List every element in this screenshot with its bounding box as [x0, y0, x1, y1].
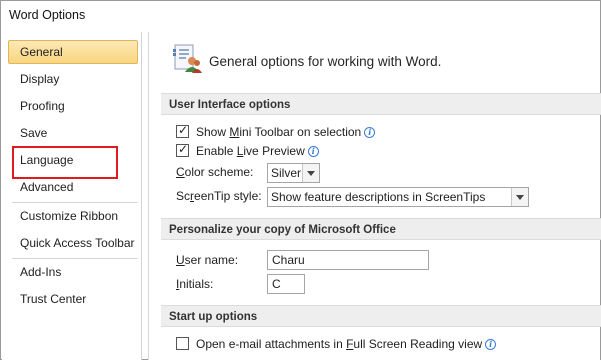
chevron-down-icon[interactable]: [511, 188, 528, 206]
page-header: General options for working with Word.: [209, 54, 442, 69]
sidebar-item-label: Customize Ribbon: [20, 209, 119, 223]
mini-toolbar-checkbox[interactable]: ✓: [176, 123, 189, 138]
sidebar-item-quick-access-toolbar[interactable]: Quick Access Toolbar: [8, 231, 138, 255]
sidebar-item-label: Trust Center: [20, 292, 87, 306]
sidebar-item-display[interactable]: Display: [8, 67, 138, 91]
sidebar-item-customize-ribbon[interactable]: Customize Ribbon: [8, 204, 138, 228]
mini-toolbar-label: Show Mini Toolbar on selection i: [196, 122, 376, 142]
initials-field[interactable]: C: [267, 274, 305, 294]
initials-label: Initials:: [176, 277, 214, 291]
live-preview-checkbox[interactable]: ✓: [176, 142, 189, 157]
sidebar-item-trust-center[interactable]: Trust Center: [8, 287, 138, 311]
section-personalize: Personalize your copy of Microsoft Offic…: [161, 218, 601, 240]
live-preview-label: Enable Live Preview i: [196, 141, 319, 161]
sidebar-item-label: General: [20, 45, 63, 59]
screentip-style-value: Show feature descriptions in ScreenTips: [271, 190, 486, 204]
sidebar-item-label: Proofing: [20, 99, 65, 113]
chevron-down-icon[interactable]: [302, 164, 319, 182]
sidebar-item-add-ins[interactable]: Add-Ins: [8, 260, 138, 284]
sidebar-item-label: Quick Access Toolbar: [20, 236, 135, 250]
word-options-window: Word Options General Display Proofing Sa…: [0, 0, 601, 360]
info-icon[interactable]: i: [485, 339, 497, 350]
color-scheme-label: Color scheme:: [176, 165, 254, 179]
info-icon[interactable]: i: [364, 127, 376, 138]
sidebar-item-label: Advanced: [20, 180, 74, 194]
sidebar-item-label: Display: [20, 72, 60, 86]
sidebar-item-label: Add-Ins: [20, 265, 62, 279]
info-icon[interactable]: i: [307, 146, 319, 157]
section-user-interface-options: User Interface options: [161, 93, 601, 115]
language-highlight-box: [12, 146, 118, 179]
title-bar: Word Options: [1, 1, 600, 31]
sidebar: General Display Proofing Save Language A…: [2, 32, 142, 360]
window-title: Word Options: [9, 8, 86, 22]
checkmark-icon: ✓: [177, 123, 189, 137]
user-name-field[interactable]: Charu: [267, 250, 429, 270]
sidebar-item-general[interactable]: General: [8, 40, 138, 64]
sidebar-item-proofing[interactable]: Proofing: [8, 94, 138, 118]
color-scheme-value: Silver: [271, 166, 302, 180]
general-options-icon: [173, 44, 202, 73]
email-attachments-label: Open e-mail attachments in Full Screen R…: [196, 334, 497, 354]
general-options-panel: General options for working with Word. U…: [148, 32, 601, 360]
screentip-style-label: ScreenTip style:: [176, 189, 262, 203]
color-scheme-select[interactable]: Silver: [267, 163, 320, 183]
sidebar-item-save[interactable]: Save: [8, 121, 138, 145]
section-startup-options: Start up options: [161, 305, 601, 327]
sidebar-divider: [12, 258, 138, 259]
checkmark-icon: ✓: [177, 142, 189, 156]
sidebar-divider: [12, 202, 138, 203]
sidebar-item-label: Save: [20, 126, 48, 140]
user-name-label: User name:: [176, 253, 239, 267]
screentip-style-select[interactable]: Show feature descriptions in ScreenTips: [267, 187, 529, 207]
email-attachments-checkbox[interactable]: [176, 337, 189, 350]
